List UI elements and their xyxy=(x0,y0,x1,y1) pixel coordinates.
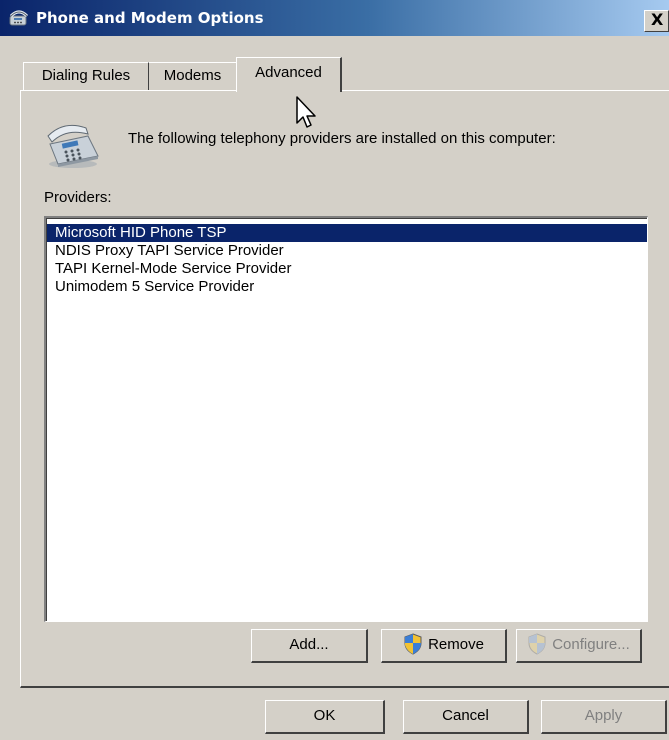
uac-shield-icon xyxy=(528,632,546,655)
remove-button[interactable]: Remove xyxy=(381,629,507,663)
list-item[interactable]: NDIS Proxy TAPI Service Provider xyxy=(47,242,647,260)
phone-modem-icon xyxy=(9,10,29,26)
apply-button[interactable]: Apply xyxy=(541,700,667,734)
list-item[interactable]: TAPI Kernel-Mode Service Provider xyxy=(47,260,647,278)
remove-button-label: Remove xyxy=(428,636,484,653)
tab-advanced[interactable]: Advanced xyxy=(236,57,342,92)
configure-button[interactable]: Configure... xyxy=(516,629,642,663)
telephone-icon xyxy=(47,124,99,168)
intro-text: The following telephony providers are in… xyxy=(128,130,556,147)
close-button[interactable]: X xyxy=(644,10,669,32)
tab-dialing-rules[interactable]: Dialing Rules xyxy=(23,62,149,90)
mouse-pointer-icon xyxy=(296,96,316,128)
configure-button-label: Configure... xyxy=(552,636,630,653)
list-item[interactable]: Microsoft HID Phone TSP xyxy=(47,224,647,242)
list-item[interactable]: Unimodem 5 Service Provider xyxy=(47,278,647,296)
title-bar[interactable]: Phone and Modem Options X xyxy=(0,0,669,36)
add-button-label: Add... xyxy=(289,636,329,653)
providers-listbox[interactable]: Microsoft HID Phone TSP NDIS Proxy TAPI … xyxy=(44,216,648,622)
window-title: Phone and Modem Options xyxy=(36,9,264,27)
tab-modems[interactable]: Modems xyxy=(149,62,237,90)
ok-button[interactable]: OK xyxy=(265,700,385,734)
uac-shield-icon xyxy=(404,632,422,655)
providers-label: Providers: xyxy=(44,189,112,206)
phone-and-modem-options-window: Phone and Modem Options X Dialing Rules … xyxy=(0,0,669,740)
add-button[interactable]: Add... xyxy=(251,629,368,663)
cancel-button[interactable]: Cancel xyxy=(403,700,529,734)
